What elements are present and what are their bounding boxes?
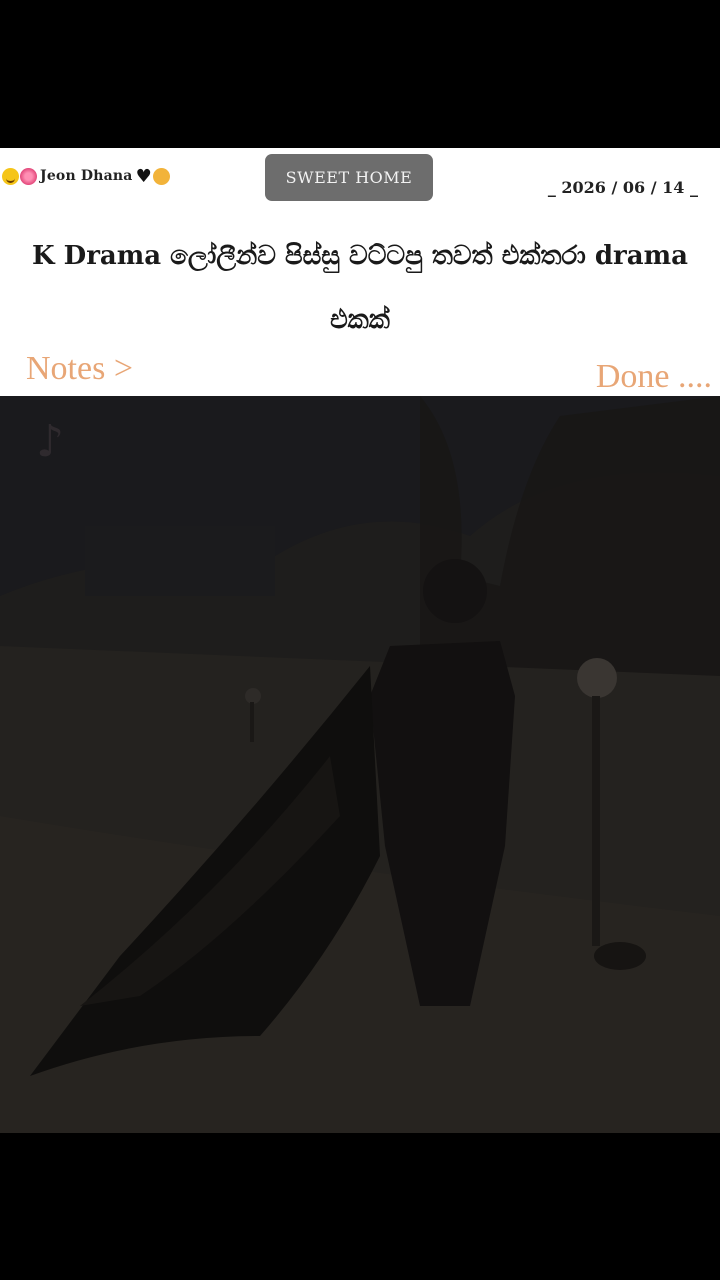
top-black-bar — [0, 0, 720, 148]
video-frame[interactable]: ♪ — [0, 396, 720, 1133]
sweet-home-button[interactable]: SWEET HOME — [265, 154, 433, 201]
flower-icon — [20, 167, 37, 185]
tiktok-logo-icon: ♪ — [35, 416, 65, 467]
smiling-face-icon — [2, 167, 19, 185]
bottom-black-bar — [0, 1133, 720, 1280]
done-label[interactable]: Done .... — [596, 358, 712, 396]
author-name: Jeon Dhana — [40, 168, 133, 184]
black-heart-icon: ♥ — [135, 165, 152, 187]
cat-face-icon — [152, 167, 170, 185]
post-date: _ 2026 / 06 / 14 _ — [547, 178, 698, 197]
video-scene — [0, 396, 720, 1133]
author-tag: Jeon Dhana ♥ — [2, 164, 170, 188]
note-card: Jeon Dhana ♥ SWEET HOME _ 2026 / 06 / 14… — [0, 148, 720, 396]
notes-link[interactable]: Notes > — [26, 350, 133, 388]
post-headline: K Drama ලෝලීන්ව පිස්සු වට්ටපු තවත් එක්තර… — [32, 241, 688, 335]
